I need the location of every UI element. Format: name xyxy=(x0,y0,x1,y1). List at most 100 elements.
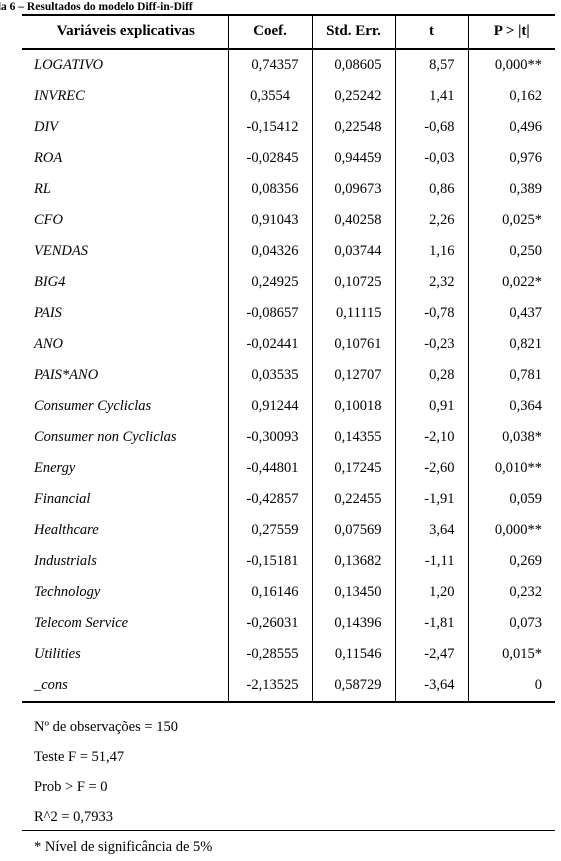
cell-p-value: 0,015* xyxy=(467,639,555,670)
cell-std-err: 0,08605 xyxy=(311,49,395,81)
cell-coef: -0,26031 xyxy=(227,608,312,639)
model-statistics: Nº de observações = 150 Teste F = 51,47 … xyxy=(22,712,555,832)
cell-variable: Consumer non Cycliclas xyxy=(34,429,177,445)
table-row: CFO 0,91043 0,40258 2,26 0,025* xyxy=(22,205,555,236)
table-row: Utilities -0,28555 0,11546 -2,47 0,015* xyxy=(22,639,555,670)
cell-std-err: 0,07569 xyxy=(311,515,395,546)
cell-p-value: 0,232 xyxy=(467,577,555,608)
cell-std-err: 0,11546 xyxy=(311,639,395,670)
table-row: Healthcare 0,27559 0,07569 3,64 0,000** xyxy=(22,515,555,546)
cell-coef: -2,13525 xyxy=(227,670,312,703)
stat-observations: Nº de observações = 150 xyxy=(34,719,178,735)
cell-coef: 0,91244 xyxy=(227,391,312,422)
significance-note: * Nível de significância de 5% xyxy=(34,839,213,855)
table-header: Variáveis explicativas Coef. Std. Err. t… xyxy=(22,14,555,50)
cell-coef: -0,44801 xyxy=(227,453,312,484)
cell-std-err: 0,14396 xyxy=(311,608,395,639)
cell-variable: ANO xyxy=(34,336,63,352)
cell-std-err: 0,13682 xyxy=(311,546,395,577)
cell-t: -1,11 xyxy=(394,546,468,577)
cell-variable: ROA xyxy=(34,150,63,166)
cell-p-value: 0,496 xyxy=(467,112,555,143)
cell-t: -3,64 xyxy=(394,670,468,703)
cell-t: 1,20 xyxy=(394,577,468,608)
cell-std-err: 0,22548 xyxy=(311,112,395,143)
cell-t: -1,91 xyxy=(394,484,468,515)
cell-t: -2,60 xyxy=(394,453,468,484)
cell-t: -2,47 xyxy=(394,639,468,670)
cell-t: 2,26 xyxy=(394,205,468,236)
column-header-t: t xyxy=(394,14,468,50)
cell-std-err: 0,22455 xyxy=(311,484,395,515)
cell-p-value: 0,038* xyxy=(467,422,555,453)
cell-std-err: 0,14355 xyxy=(311,422,395,453)
cell-coef: 0,3554 xyxy=(227,81,312,112)
cell-variable: _cons xyxy=(22,670,228,703)
cell-p-value: 0,781 xyxy=(467,360,555,391)
cell-std-err: 0,94459 xyxy=(311,143,395,174)
cell-p-value: 0,364 xyxy=(467,391,555,422)
cell-p-value: 0,437 xyxy=(467,298,555,329)
table-row: Technology 0,16146 0,13450 1,20 0,232 xyxy=(22,577,555,608)
cell-std-err: 0,25242 xyxy=(311,81,395,112)
table-row: DIV -0,15412 0,22548 -0,68 0,496 xyxy=(22,112,555,143)
cell-coef: -0,02845 xyxy=(227,143,312,174)
cell-t: 0,91 xyxy=(394,391,468,422)
cell-variable: Consumer Cycliclas xyxy=(34,398,152,414)
table-body: LOGATIVO 0,74357 0,08605 8,57 0,000** INVREC 0… xyxy=(22,49,555,703)
results-table: Variáveis explicativas Coef. Std. Err. t… xyxy=(22,14,555,703)
table-row: Consumer non Cycliclas -0,30093 0,14355 -2,… xyxy=(22,422,555,453)
cell-std-err: 0,12707 xyxy=(311,360,395,391)
table-row: PAIS -0,08657 0,11115 -0,78 0,437 xyxy=(22,298,555,329)
cell-coef: 0,24925 xyxy=(227,267,312,298)
cell-t: -0,68 xyxy=(394,112,468,143)
cell-t: 8,57 xyxy=(394,49,468,81)
table-row: Telecom Service -0,26031 0,14396 -1,81 0,073 xyxy=(22,608,555,639)
cell-variable: RL xyxy=(34,181,51,197)
table-header-row: Variáveis explicativas Coef. Std. Err. t… xyxy=(22,14,555,50)
column-header-coef: Coef. xyxy=(227,14,312,50)
stat-r-squared: R^2 = 0,7933 xyxy=(34,809,114,825)
cell-coef: 0,16146 xyxy=(227,577,312,608)
cell-t: -2,10 xyxy=(394,422,468,453)
cell-coef: 0,27559 xyxy=(227,515,312,546)
cell-p-value: 0,010** xyxy=(467,453,555,484)
cell-std-err: 0,40258 xyxy=(311,205,395,236)
cell-p-value: 0,976 xyxy=(467,143,555,174)
cell-p-value: 0,389 xyxy=(467,174,555,205)
cell-std-err: 0,11115 xyxy=(311,298,395,329)
stat-f-test: Teste F = 51,47 xyxy=(34,749,125,765)
cell-p-value: 0 xyxy=(467,670,555,703)
cell-variable: BIG4 xyxy=(34,274,66,290)
cell-variable: VENDAS xyxy=(34,243,88,259)
cell-p-value: 0,821 xyxy=(467,329,555,360)
cell-p-value: 0,000** xyxy=(467,49,555,81)
cell-variable: Telecom Service xyxy=(34,615,129,631)
cell-coef: 0,74357 xyxy=(227,49,312,81)
table-caption-text: Tabela 6 – Resultados do modelo Diff-in-… xyxy=(0,1,193,13)
table-row: Financial -0,42857 0,22455 -1,91 0,059 xyxy=(22,484,555,515)
cell-t: -0,03 xyxy=(394,143,468,174)
cell-t: 2,32 xyxy=(394,267,468,298)
cell-coef: -0,15181 xyxy=(227,546,312,577)
cell-coef: 0,03535 xyxy=(227,360,312,391)
cell-t: 0,28 xyxy=(394,360,468,391)
table-row: ROA -0,02845 0,94459 -0,03 0,976 xyxy=(22,143,555,174)
stat-prob-f: Prob > F = 0 xyxy=(34,779,108,795)
cell-std-err: 0,17245 xyxy=(311,453,395,484)
cell-t: -0,23 xyxy=(394,329,468,360)
table-row: PAIS*ANO 0,03535 0,12707 0,28 0,781 xyxy=(22,360,555,391)
cell-variable: Industrials xyxy=(34,553,97,569)
cell-t: 1,16 xyxy=(394,236,468,267)
cell-p-value: 0,022* xyxy=(467,267,555,298)
cell-variable: Financial xyxy=(34,491,91,507)
cell-variable: INVREC xyxy=(34,88,85,104)
cell-coef: -0,42857 xyxy=(227,484,312,515)
cell-std-err: 0,03744 xyxy=(311,236,395,267)
cell-t: 3,64 xyxy=(394,515,468,546)
cell-variable: Technology xyxy=(34,584,101,600)
cell-variable: Utilities xyxy=(34,646,81,662)
cell-std-err: 0,10761 xyxy=(311,329,395,360)
table-row: VENDAS 0,04326 0,03744 1,16 0,250 xyxy=(22,236,555,267)
cell-coef: -0,15412 xyxy=(227,112,312,143)
